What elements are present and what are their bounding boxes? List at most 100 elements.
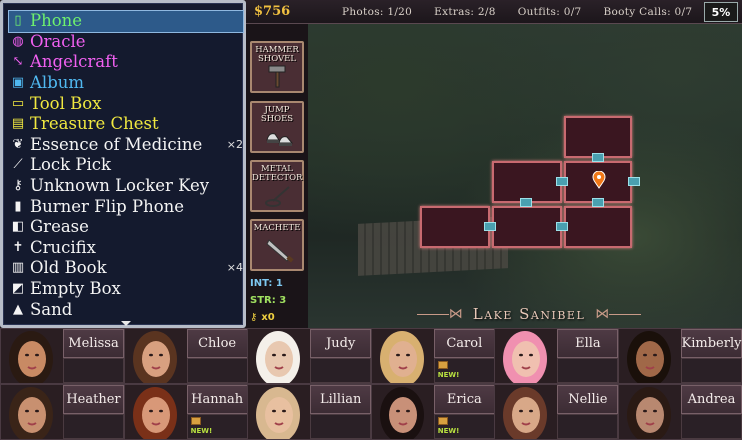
inventory-item[interactable]: ◧ Grease xyxy=(9,217,243,238)
portrait-image xyxy=(495,329,558,383)
inventory-item-label: Essence of Medicine xyxy=(30,134,203,154)
new-badge: NEW! xyxy=(190,427,213,435)
portrait-image xyxy=(619,385,681,439)
character-card[interactable]: Carol NEW! xyxy=(370,328,495,384)
inventory-item-label: Old Book xyxy=(30,258,107,278)
character-card[interactable]: Chloe xyxy=(123,328,248,384)
inventory-panel: ▯ Phone ◍ Oracle ⤡ Angelcraft ▣ Album ▭ Tool Box ▤… xyxy=(0,0,246,328)
map-door xyxy=(556,222,568,231)
character-status-slot xyxy=(557,414,619,439)
character-status-slot xyxy=(557,358,619,383)
machete-tool[interactable]: MACHETE xyxy=(250,219,304,271)
portrait-image xyxy=(1,385,63,439)
character-card[interactable]: Heather xyxy=(0,384,124,440)
character-card[interactable]: Ella xyxy=(494,328,619,384)
character-portrait xyxy=(371,385,434,439)
key-icon: ⚷ xyxy=(13,178,23,194)
status-bar: $756 Photos: 1/20 Extras: 2/8 Outfits: 0… xyxy=(246,0,742,24)
inventory-item-label: Crucifix xyxy=(30,237,96,257)
character-status-slot xyxy=(681,358,742,383)
location-map: ⋈ Lake Sanibel ⋈ xyxy=(308,24,742,328)
character-grid: Melissa Chloe Judy Carol NEW! Ella Kimberly Hea… xyxy=(0,328,742,440)
character-status-slot xyxy=(63,414,124,439)
hammer-shovel-label: HAMMER SHOVEL xyxy=(255,45,299,64)
character-card[interactable]: Melissa xyxy=(0,328,124,384)
new-badge: NEW! xyxy=(437,371,460,379)
scroll-down-arrow-icon[interactable] xyxy=(121,321,131,326)
banner-flourish-right-icon: ⋈ xyxy=(595,306,610,322)
inventory-item[interactable]: ⤡ Angelcraft xyxy=(9,52,243,73)
inventory-item-label: Sand xyxy=(30,299,73,319)
box-icon: ◩ xyxy=(11,281,25,297)
book-icon xyxy=(437,417,448,425)
inventory-item[interactable]: ▮ Burner Flip Phone xyxy=(9,196,243,217)
map-room-bottom-right[interactable] xyxy=(564,206,632,248)
inventory-item[interactable]: ▯ Phone xyxy=(8,10,244,33)
money-counter: $756 xyxy=(254,4,291,19)
map-room-bottom-mid[interactable] xyxy=(492,206,562,248)
character-card[interactable]: Nellie xyxy=(494,384,619,440)
character-status-slot xyxy=(310,358,372,383)
sand-icon: ▲ xyxy=(13,301,23,317)
inventory-item[interactable]: ▤ Treasure Chest xyxy=(9,114,243,135)
inventory-item[interactable]: ▣ Album xyxy=(9,73,243,94)
metal-detector-tool[interactable]: METAL DETECTOR xyxy=(250,160,304,212)
inventory-item[interactable]: ◩ Empty Box xyxy=(9,279,243,300)
inventory-item[interactable]: ❦ Essence of Medicine ×2 xyxy=(9,135,243,156)
inventory-item-label: Album xyxy=(30,73,85,93)
hammer-shovel-tool[interactable]: HAMMER SHOVEL xyxy=(250,41,304,93)
player-stats: INT: 1 STR: 3 ⚷ x0 xyxy=(250,275,286,326)
inventory-item-label: Tool Box xyxy=(30,93,102,113)
book-icon: ▥ xyxy=(11,260,25,276)
inventory-item-label: Angelcraft xyxy=(30,52,118,72)
map-door xyxy=(628,177,640,186)
inventory-item[interactable]: ▭ Tool Box xyxy=(9,93,243,114)
machete-label: MACHETE xyxy=(253,223,301,233)
character-portrait xyxy=(124,385,187,439)
character-name: Kimberly xyxy=(681,329,742,358)
oracle-icon: ◍ xyxy=(12,33,24,49)
map-door xyxy=(484,222,496,231)
inventory-item[interactable]: ◍ Oracle xyxy=(9,32,243,53)
inventory-item-label: Grease xyxy=(30,217,89,237)
inventory-item-quantity: ×4 xyxy=(226,261,243,275)
map-door xyxy=(556,177,568,186)
character-card[interactable]: Hannah NEW! xyxy=(123,384,248,440)
character-name: Lillian xyxy=(310,385,372,414)
inventory-item[interactable]: ⚷ Unknown Locker Key xyxy=(9,176,243,197)
completion-percent: 5% xyxy=(704,2,738,22)
inventory-list: ▯ Phone ◍ Oracle ⤡ Angelcraft ▣ Album ▭ Tool Box ▤… xyxy=(8,10,244,320)
character-portrait xyxy=(495,329,558,383)
character-card[interactable]: Lillian xyxy=(247,384,372,440)
portrait-image xyxy=(1,329,63,383)
inventory-item[interactable]: ✝ Crucifix xyxy=(9,238,243,259)
inventory-item[interactable]: ⟋ Lock Pick xyxy=(9,155,243,176)
jump-shoes-tool[interactable]: JUMP SHOES xyxy=(250,101,304,153)
character-status-slot: NEW! xyxy=(433,414,495,439)
map-door xyxy=(592,198,604,207)
character-card[interactable]: Erica NEW! xyxy=(370,384,495,440)
portrait-image xyxy=(495,385,558,439)
outfits-counter: Outfits: 0/7 xyxy=(517,5,582,18)
jump-shoes-label: JUMP SHOES xyxy=(260,105,294,124)
character-status-slot xyxy=(186,358,248,383)
character-card[interactable]: Andrea xyxy=(618,384,742,440)
metal-detector-label: METAL DETECTOR xyxy=(252,164,303,183)
map-room-bottom-left[interactable] xyxy=(420,206,490,248)
angelcraft-icon: ⤡ xyxy=(12,54,24,70)
character-card[interactable]: Kimberly xyxy=(618,328,742,384)
character-portrait xyxy=(619,385,681,439)
inventory-item[interactable]: ▥ Old Book ×4 xyxy=(9,258,243,279)
portrait-image xyxy=(371,385,434,439)
banner-line-right xyxy=(609,313,642,315)
character-name: Andrea xyxy=(681,385,742,414)
map-room-top[interactable] xyxy=(564,116,632,158)
map-room-mid-left[interactable] xyxy=(492,161,562,203)
character-card[interactable]: Judy xyxy=(247,328,372,384)
banner-flourish-left-icon: ⋈ xyxy=(448,306,463,322)
character-status-slot xyxy=(63,358,124,383)
inventory-item[interactable]: ▲ Sand xyxy=(9,299,243,320)
toolbox-icon: ▭ xyxy=(11,95,25,111)
character-status-slot xyxy=(681,414,742,439)
medicine-icon: ❦ xyxy=(12,136,24,152)
